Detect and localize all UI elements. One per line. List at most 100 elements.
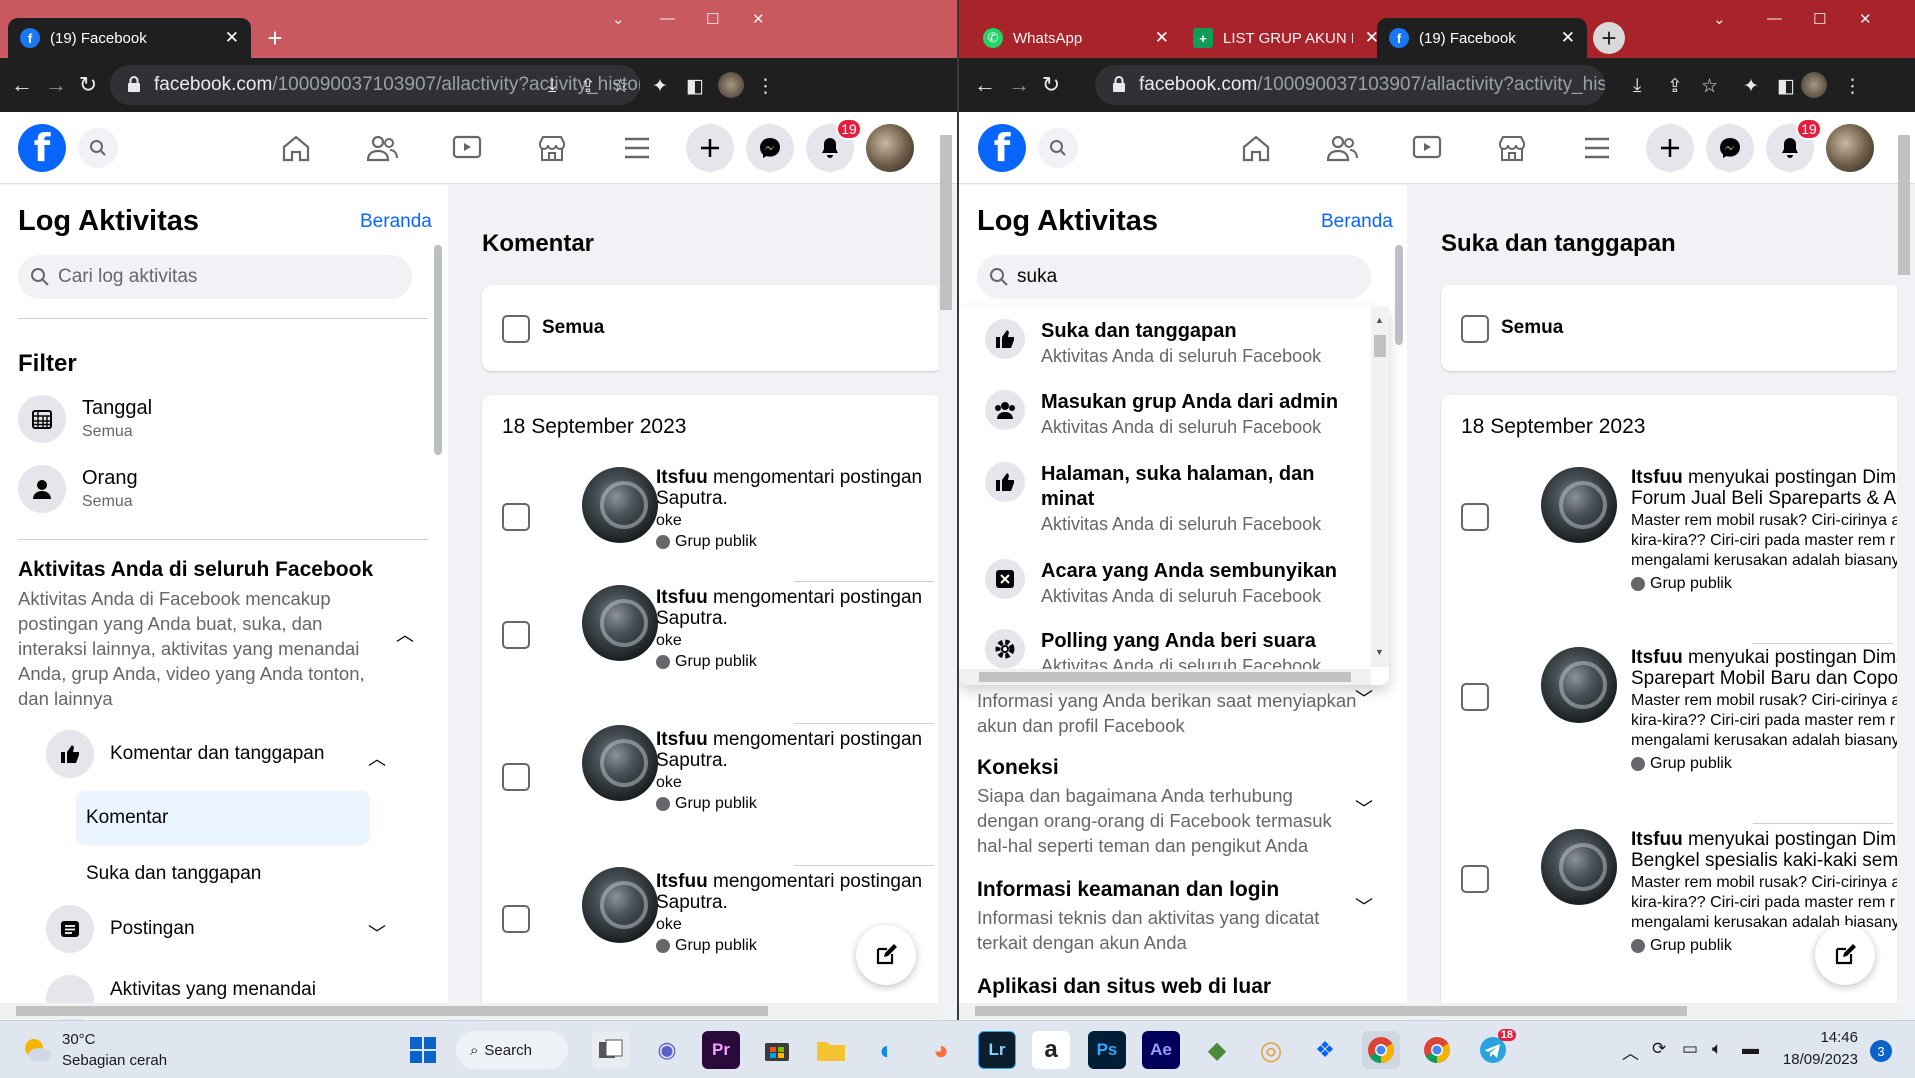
chevron-down-icon[interactable]: ⌄ xyxy=(612,10,625,28)
back-icon[interactable]: ← xyxy=(4,67,40,103)
task-view-icon[interactable] xyxy=(592,1031,630,1069)
taskbar-search-button[interactable]: ⌕ Search xyxy=(456,1031,568,1069)
close-window-button[interactable]: ✕ xyxy=(1859,10,1872,28)
edge-icon[interactable]: ◐ xyxy=(868,1031,906,1069)
friends-icon[interactable] xyxy=(360,126,404,170)
bookmark-star-icon[interactable]: ☆ xyxy=(1701,75,1718,98)
messenger-icon[interactable] xyxy=(746,124,794,172)
home-link[interactable]: Beranda xyxy=(360,211,432,233)
address-bar[interactable]: facebook.com/100090037103907/allactivity… xyxy=(110,65,640,105)
search-icon[interactable] xyxy=(1038,128,1078,168)
search-input[interactable]: Cari log aktivitas xyxy=(18,255,412,299)
marketplace-icon[interactable] xyxy=(1490,126,1534,170)
share-icon[interactable]: ⇪ xyxy=(1667,75,1683,98)
sidebar-item-suka-dan-tanggapan[interactable]: Suka dan tanggapan xyxy=(76,863,261,885)
folder-icon[interactable] xyxy=(812,1031,850,1069)
item-checkbox[interactable] xyxy=(1461,683,1489,711)
messenger-icon[interactable] xyxy=(1706,124,1754,172)
dropbox-icon[interactable]: ❖ xyxy=(1306,1031,1344,1069)
volume-icon[interactable]: 🔈︎ xyxy=(1712,1039,1722,1059)
item-checkbox[interactable] xyxy=(1461,503,1489,531)
create-button[interactable] xyxy=(686,124,734,172)
chevron-down-icon[interactable]: ﹀ xyxy=(1355,685,1373,711)
back-icon[interactable]: ← xyxy=(967,67,1003,103)
marketplace-icon[interactable] xyxy=(530,126,574,170)
account-avatar[interactable] xyxy=(1826,124,1874,172)
suggestion-item[interactable]: Suka dan tanggapan Aktivitas Anda di selu… xyxy=(985,319,1321,368)
reload-icon[interactable]: ↻ xyxy=(1033,67,1069,103)
close-window-button[interactable]: ✕ xyxy=(752,10,765,28)
filter-date[interactable]: Tanggal Semua xyxy=(18,395,152,443)
minimize-button[interactable]: — xyxy=(1767,10,1782,27)
create-button[interactable] xyxy=(1646,124,1694,172)
menu-icon[interactable] xyxy=(615,126,659,170)
install-icon[interactable]: ⤓ xyxy=(548,75,556,97)
activity-item[interactable]: Itsfuu mengomentari postingan Saputra. o… xyxy=(482,581,938,721)
horizontal-scrollbar[interactable] xyxy=(959,1003,1899,1019)
share-icon[interactable]: ⇪ xyxy=(580,75,596,98)
tab-whatsapp[interactable]: ✆ WhatsApp ✕ xyxy=(971,18,1181,58)
home-link[interactable]: Beranda xyxy=(1321,211,1393,233)
group-comments-reactions[interactable]: Komentar dan tanggapan xyxy=(46,730,324,778)
suggestion-item[interactable]: Halaman, suka halaman, dan minat Aktivitas… xyxy=(985,462,1321,536)
menu-kebab-icon[interactable]: ⋮ xyxy=(1843,75,1862,98)
new-message-button[interactable] xyxy=(1815,925,1875,985)
item-checkbox[interactable] xyxy=(1461,865,1489,893)
page-scrollbar[interactable] xyxy=(1898,135,1910,275)
notifications-icon[interactable]: 19 xyxy=(806,118,862,172)
facebook-logo[interactable]: f xyxy=(978,124,1026,172)
video-icon[interactable] xyxy=(445,126,489,170)
amazon-icon[interactable]: a xyxy=(1032,1031,1070,1069)
section-title[interactable]: Aplikasi dan situs web di luar xyxy=(977,975,1271,999)
notification-count-badge[interactable]: 3 xyxy=(1870,1040,1892,1062)
chevron-down-icon[interactable]: ⌄ xyxy=(1713,10,1726,28)
address-bar[interactable]: facebook.com/100090037103907/allactivity… xyxy=(1095,65,1605,105)
search-input[interactable]: suka xyxy=(977,255,1371,299)
profile-avatar[interactable] xyxy=(718,72,744,98)
friends-icon[interactable] xyxy=(1320,126,1364,170)
sidepanel-icon[interactable]: ◧ xyxy=(686,75,704,98)
tab-sheets[interactable]: + LIST GRUP AKUN F ✕ xyxy=(1181,18,1391,58)
clock-date[interactable]: 18/09/2023 xyxy=(1770,1051,1858,1068)
scrollbar[interactable] xyxy=(1395,245,1403,345)
chrome-icon[interactable] xyxy=(1418,1031,1456,1069)
sync-icon[interactable]: ⟳ xyxy=(1652,1039,1666,1059)
activity-item[interactable]: Itsfuu menyukai postingan Dima Forum Jua… xyxy=(1441,465,1897,645)
forward-icon[interactable]: → xyxy=(1001,67,1037,103)
chevron-down-icon[interactable]: ﹀ xyxy=(1355,893,1373,919)
lightroom-icon[interactable]: Lr xyxy=(978,1031,1016,1069)
menu-icon[interactable] xyxy=(1575,126,1619,170)
suggestion-item[interactable]: Acara yang Anda sembunyikan Aktivitas And… xyxy=(985,559,1337,608)
telegram-icon[interactable]: 18 xyxy=(1474,1029,1516,1069)
facebook-logo[interactable]: f xyxy=(18,124,66,172)
dropdown-hscrollbar[interactable] xyxy=(959,669,1371,685)
suggestion-item[interactable]: Masukan grup Anda dari admin Aktivitas An… xyxy=(985,390,1338,439)
close-tab-icon[interactable]: ✕ xyxy=(1561,28,1575,48)
battery-icon[interactable]: ▬ xyxy=(1742,1039,1759,1059)
search-icon[interactable] xyxy=(78,128,118,168)
start-icon[interactable] xyxy=(404,1031,442,1069)
firefox-icon[interactable]: ◕ xyxy=(922,1031,960,1069)
chevron-up-icon[interactable]: ︿ xyxy=(368,745,386,771)
activity-item[interactable]: Itsfuu menyukai postingan Dima Sparepart… xyxy=(1441,645,1897,825)
chevron-down-icon[interactable]: ﹀ xyxy=(368,920,386,946)
item-checkbox[interactable] xyxy=(502,621,530,649)
weather-icon[interactable] xyxy=(20,1035,54,1065)
home-icon[interactable] xyxy=(274,126,318,170)
app-icon[interactable]: ◎ xyxy=(1252,1031,1290,1069)
network-icon[interactable]: ▭ xyxy=(1682,1039,1698,1059)
extensions-icon[interactable]: ✦ xyxy=(652,75,668,98)
chrome-icon[interactable] xyxy=(1362,1031,1400,1069)
section-title[interactable]: Aktivitas Anda di seluruh Facebook xyxy=(18,558,373,582)
close-tab-icon[interactable]: ✕ xyxy=(1155,28,1169,48)
tab-facebook[interactable]: f (19) Facebook ✕ xyxy=(1377,18,1587,58)
premiere-icon[interactable]: Pr xyxy=(702,1031,740,1069)
sidebar-item-komentar[interactable]: Komentar xyxy=(76,791,370,845)
account-avatar[interactable] xyxy=(866,124,914,172)
filter-person[interactable]: Orang Semua xyxy=(18,465,138,513)
extensions-icon[interactable]: ✦ xyxy=(1743,75,1759,98)
horizontal-scrollbar[interactable] xyxy=(0,1003,940,1019)
minimize-button[interactable]: — xyxy=(660,10,675,27)
select-all-checkbox[interactable] xyxy=(502,315,530,343)
bookmark-star-icon[interactable]: ☆ xyxy=(612,75,629,98)
